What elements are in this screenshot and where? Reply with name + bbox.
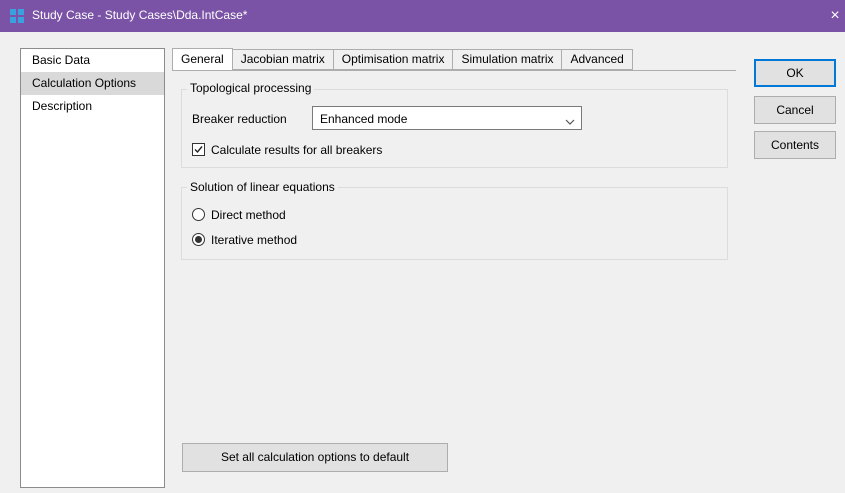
breaker-reduction-label: Breaker reduction (192, 112, 287, 126)
tab-jacobian-matrix[interactable]: Jacobian matrix (232, 49, 334, 70)
breaker-reduction-select[interactable]: Enhanced mode (312, 106, 582, 130)
direct-method-radio[interactable] (192, 208, 205, 221)
iterative-method-label: Iterative method (211, 233, 298, 247)
set-defaults-button[interactable]: Set all calculation options to default (182, 443, 448, 472)
window-title: Study Case - Study Cases\Dda.IntCase* (32, 8, 248, 22)
sidebar: Basic Data Calculation Options Descripti… (20, 48, 165, 488)
close-icon[interactable]: × (825, 0, 845, 32)
tab-strip: General Jacobian matrix Optimisation mat… (172, 48, 633, 71)
tab-optimisation-matrix[interactable]: Optimisation matrix (333, 49, 454, 70)
title-bar: Study Case - Study Cases\Dda.IntCase* × (0, 0, 845, 32)
radio-selected-dot (195, 236, 202, 243)
calculate-all-breakers-checkbox[interactable] (192, 143, 205, 156)
tab-general[interactable]: General (172, 48, 233, 71)
ok-button[interactable]: OK (754, 59, 836, 87)
tab-simulation-matrix[interactable]: Simulation matrix (453, 49, 563, 70)
calculate-all-breakers-label: Calculate results for all breakers (211, 143, 383, 157)
linear-equations-title: Solution of linear equations (187, 180, 338, 194)
topological-processing-title: Topological processing (187, 81, 315, 95)
breaker-reduction-value: Enhanced mode (320, 112, 408, 126)
sidebar-item-basic-data[interactable]: Basic Data (21, 49, 164, 72)
chevron-down-icon (565, 115, 575, 125)
app-icon (10, 9, 24, 23)
sidebar-item-description[interactable]: Description (21, 95, 164, 118)
contents-button[interactable]: Contents (754, 131, 836, 159)
direct-method-label: Direct method (211, 208, 286, 222)
linear-equations-group (181, 187, 728, 260)
tab-advanced[interactable]: Advanced (562, 49, 633, 70)
iterative-method-radio[interactable] (192, 233, 205, 246)
sidebar-item-calculation-options[interactable]: Calculation Options (21, 72, 164, 95)
cancel-button[interactable]: Cancel (754, 96, 836, 124)
tab-divider (172, 70, 736, 71)
checkmark-icon (194, 146, 203, 154)
